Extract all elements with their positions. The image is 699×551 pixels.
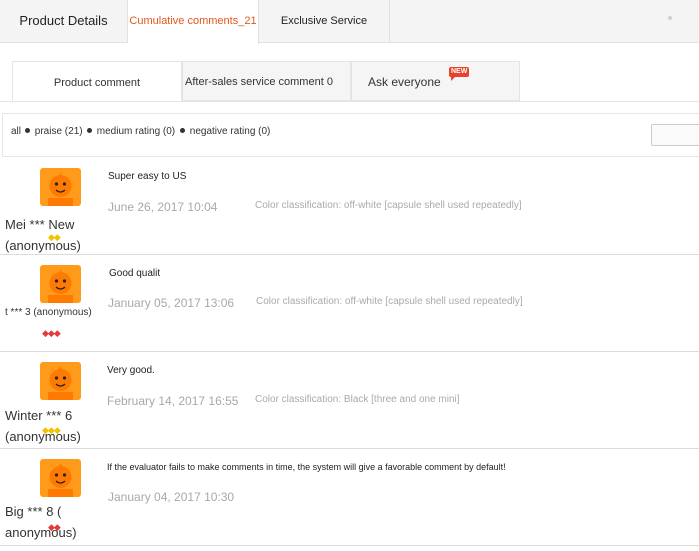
avatar-icon: [40, 459, 81, 497]
reviewer-name: t *** 3 (anonymous): [5, 307, 92, 319]
new-badge: NEW: [449, 67, 470, 81]
filter-negative[interactable]: negative rating (0): [179, 126, 270, 138]
tab-exclusive-service[interactable]: Exclusive Service: [259, 0, 390, 43]
avatar-icon: [40, 362, 81, 400]
review-date: June 26, 2017 10:04: [108, 200, 218, 214]
filter-praise[interactable]: praise (21): [24, 126, 83, 138]
tab-product-details[interactable]: Product Details: [0, 0, 128, 43]
review-spec: Color classification: off-white [capsule…: [255, 200, 522, 211]
review-text: Super easy to US: [108, 171, 187, 182]
bullet-icon: [180, 128, 185, 134]
review-item: t *** 3 (anonymous) ◆◆◆ Good qualit Janu…: [0, 255, 699, 352]
review-spec: Color classification: Black [three and o…: [255, 394, 460, 405]
bullet-icon: [87, 128, 92, 134]
review-spec: Color classification: off-white [capsule…: [256, 296, 523, 307]
review-item: Big *** 8 ( anonymous) ◆◆ If the evaluat…: [0, 449, 699, 546]
filter-label: medium rating (0): [96, 126, 176, 137]
review-text: If the evaluator fails to make comments …: [107, 462, 506, 472]
review-item: Winter *** 6 (anonymous) ◆◆◆ Very good. …: [0, 352, 699, 449]
reviewer-name-line: Winter *** 6: [5, 408, 73, 423]
top-tab-bar: Product Details Cumulative comments_21 E…: [0, 0, 699, 44]
diamond-icon: ◆◆◆: [42, 328, 61, 338]
reviewer-name-line: (anonymous): [5, 238, 81, 253]
rating-filter-bar: all praise (21) medium rating (0) negati…: [2, 113, 699, 157]
review-text: Very good.: [107, 365, 155, 376]
filter-label: negative rating (0): [189, 126, 271, 137]
filter-all[interactable]: all: [11, 126, 21, 138]
tab-cumulative-comments[interactable]: Cumulative comments_21: [128, 0, 259, 44]
filter-label: all: [11, 126, 22, 137]
tab-product-comment[interactable]: Product comment: [12, 61, 182, 101]
diamond-icon: ◆◆◆: [42, 425, 61, 435]
tab-after-sales-comment[interactable]: After-sales service comment 0: [182, 61, 351, 101]
reviewer-name-line: Big *** 8 (: [5, 504, 62, 519]
review-date: January 04, 2017 10:30: [108, 490, 235, 504]
review-text: Good qualit: [109, 268, 161, 279]
review-item: Mei *** New (anonymous) ◆◆ Super easy to…: [0, 158, 699, 255]
reviewer-name: Big *** 8 ( anonymous): [5, 501, 77, 543]
filter-label: praise (21): [34, 126, 83, 137]
reviewer-name-line: Mei *** New: [5, 217, 75, 232]
diamond-icon: ◆◆: [48, 232, 61, 242]
reviewer-name-line: t *** 3 (anonymous): [5, 307, 92, 318]
reviewer-name: Mei *** New (anonymous): [5, 214, 81, 256]
review-date: January 05, 2017 13:06: [108, 296, 235, 310]
dot-icon: [668, 16, 672, 20]
tab-ask-everyone[interactable]: Ask everyone: [351, 61, 520, 101]
avatar-icon: [40, 265, 81, 303]
diamond-icon: ◆◆: [48, 522, 61, 532]
review-date: February 14, 2017 16:55: [107, 394, 239, 408]
filter-medium[interactable]: medium rating (0): [86, 126, 175, 138]
avatar-icon: [40, 168, 81, 206]
search-input[interactable]: [651, 124, 699, 146]
bullet-icon: [25, 128, 30, 134]
reviewer-name-line: anonymous): [5, 525, 77, 540]
comment-sub-tabs: Product comment After-sales service comm…: [12, 61, 520, 101]
divider: [0, 101, 699, 102]
